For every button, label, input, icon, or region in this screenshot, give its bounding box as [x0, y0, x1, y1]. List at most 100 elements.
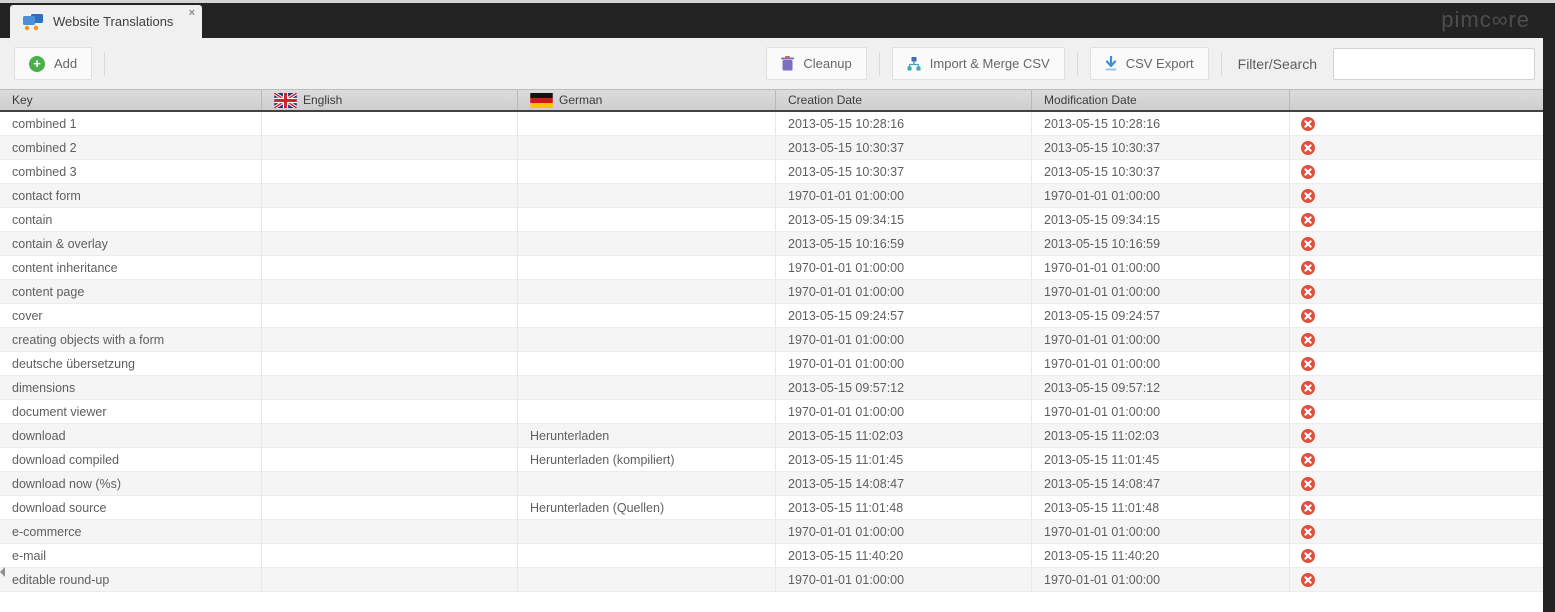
delete-icon[interactable] — [1301, 164, 1315, 179]
key-cell[interactable]: content inheritance — [0, 256, 262, 279]
english-cell[interactable] — [262, 520, 518, 543]
english-cell[interactable] — [262, 256, 518, 279]
delete-icon[interactable] — [1301, 380, 1315, 395]
english-cell[interactable] — [262, 424, 518, 447]
german-cell[interactable] — [518, 472, 776, 495]
table-row[interactable]: contain 2013-05-15 09:34:15 2013-05-15 0… — [0, 208, 1543, 232]
key-cell[interactable]: contact form — [0, 184, 262, 207]
delete-icon[interactable] — [1301, 284, 1315, 299]
table-row[interactable]: contact form 1970-01-01 01:00:00 1970-01… — [0, 184, 1543, 208]
english-cell[interactable] — [262, 280, 518, 303]
table-row[interactable]: contain & overlay 2013-05-15 10:16:59 20… — [0, 232, 1543, 256]
key-cell[interactable]: e-commerce — [0, 520, 262, 543]
english-cell[interactable] — [262, 184, 518, 207]
column-header-creation-date[interactable]: Creation Date — [776, 90, 1032, 110]
english-cell[interactable] — [262, 376, 518, 399]
table-row[interactable]: document viewer 1970-01-01 01:00:00 1970… — [0, 400, 1543, 424]
delete-icon[interactable] — [1301, 404, 1315, 419]
german-cell[interactable] — [518, 400, 776, 423]
column-header-modification-date[interactable]: Modification Date — [1032, 90, 1290, 110]
filter-search-input[interactable] — [1333, 47, 1535, 80]
english-cell[interactable] — [262, 448, 518, 471]
delete-icon[interactable] — [1301, 140, 1315, 155]
delete-icon[interactable] — [1301, 476, 1315, 491]
delete-icon[interactable] — [1301, 548, 1315, 563]
german-cell[interactable] — [518, 544, 776, 567]
english-cell[interactable] — [262, 112, 518, 135]
table-row[interactable]: deutsche übersetzung 1970-01-01 01:00:00… — [0, 352, 1543, 376]
tab-website-translations[interactable]: Website Translations × — [10, 5, 202, 38]
key-cell[interactable]: deutsche übersetzung — [0, 352, 262, 375]
key-cell[interactable]: download compiled — [0, 448, 262, 471]
german-cell[interactable] — [518, 136, 776, 159]
column-header-german[interactable]: German — [518, 90, 776, 110]
english-cell[interactable] — [262, 352, 518, 375]
german-cell[interactable] — [518, 568, 776, 591]
english-cell[interactable] — [262, 208, 518, 231]
table-row[interactable]: editable round-up 1970-01-01 01:00:00 19… — [0, 568, 1543, 592]
table-row[interactable]: download Herunterladen 2013-05-15 11:02:… — [0, 424, 1543, 448]
delete-icon[interactable] — [1301, 188, 1315, 203]
table-row[interactable]: creating objects with a form 1970-01-01 … — [0, 328, 1543, 352]
delete-icon[interactable] — [1301, 260, 1315, 275]
key-cell[interactable]: combined 3 — [0, 160, 262, 183]
table-row[interactable]: e-mail 2013-05-15 11:40:20 2013-05-15 11… — [0, 544, 1543, 568]
column-header-key[interactable]: Key — [0, 90, 262, 110]
german-cell[interactable] — [518, 280, 776, 303]
delete-icon[interactable] — [1301, 572, 1315, 587]
english-cell[interactable] — [262, 232, 518, 255]
key-cell[interactable]: cover — [0, 304, 262, 327]
table-row[interactable]: content inheritance 1970-01-01 01:00:00 … — [0, 256, 1543, 280]
key-cell[interactable]: download source — [0, 496, 262, 519]
german-cell[interactable] — [518, 352, 776, 375]
english-cell[interactable] — [262, 160, 518, 183]
delete-icon[interactable] — [1301, 332, 1315, 347]
cleanup-button[interactable]: Cleanup — [766, 47, 867, 80]
add-button[interactable]: + Add — [14, 47, 93, 80]
key-cell[interactable]: combined 1 — [0, 112, 262, 135]
german-cell[interactable] — [518, 112, 776, 135]
german-cell[interactable] — [518, 208, 776, 231]
english-cell[interactable] — [262, 472, 518, 495]
delete-icon[interactable] — [1301, 308, 1315, 323]
key-cell[interactable]: combined 2 — [0, 136, 262, 159]
key-cell[interactable]: contain & overlay — [0, 232, 262, 255]
key-cell[interactable]: editable round-up — [0, 568, 262, 591]
table-row[interactable]: combined 1 2013-05-15 10:28:16 2013-05-1… — [0, 112, 1543, 136]
delete-icon[interactable] — [1301, 356, 1315, 371]
column-header-english[interactable]: English — [262, 90, 518, 110]
german-cell[interactable] — [518, 256, 776, 279]
table-row[interactable]: cover 2013-05-15 09:24:57 2013-05-15 09:… — [0, 304, 1543, 328]
key-cell[interactable]: content page — [0, 280, 262, 303]
english-cell[interactable] — [262, 544, 518, 567]
delete-icon[interactable] — [1301, 524, 1315, 539]
table-row[interactable]: combined 3 2013-05-15 10:30:37 2013-05-1… — [0, 160, 1543, 184]
delete-icon[interactable] — [1301, 236, 1315, 251]
english-cell[interactable] — [262, 328, 518, 351]
german-cell[interactable] — [518, 184, 776, 207]
english-cell[interactable] — [262, 568, 518, 591]
german-cell[interactable] — [518, 160, 776, 183]
table-row[interactable]: download source Herunterladen (Quellen) … — [0, 496, 1543, 520]
german-cell[interactable] — [518, 520, 776, 543]
table-row[interactable]: content page 1970-01-01 01:00:00 1970-01… — [0, 280, 1543, 304]
german-cell[interactable] — [518, 304, 776, 327]
delete-icon[interactable] — [1301, 212, 1315, 227]
table-row[interactable]: download now (%s) 2013-05-15 14:08:47 20… — [0, 472, 1543, 496]
key-cell[interactable]: e-mail — [0, 544, 262, 567]
key-cell[interactable]: creating objects with a form — [0, 328, 262, 351]
key-cell[interactable]: document viewer — [0, 400, 262, 423]
german-cell[interactable] — [518, 232, 776, 255]
panel-collapse-handle[interactable] — [0, 567, 5, 577]
table-row[interactable]: combined 2 2013-05-15 10:30:37 2013-05-1… — [0, 136, 1543, 160]
table-row[interactable]: e-commerce 1970-01-01 01:00:00 1970-01-0… — [0, 520, 1543, 544]
german-cell[interactable]: Herunterladen (Quellen) — [518, 496, 776, 519]
table-row[interactable]: download compiled Herunterladen (kompili… — [0, 448, 1543, 472]
key-cell[interactable]: download — [0, 424, 262, 447]
column-header-actions[interactable] — [1290, 90, 1543, 110]
delete-icon[interactable] — [1301, 452, 1315, 467]
key-cell[interactable]: dimensions — [0, 376, 262, 399]
delete-icon[interactable] — [1301, 500, 1315, 515]
delete-icon[interactable] — [1301, 428, 1315, 443]
german-cell[interactable] — [518, 376, 776, 399]
